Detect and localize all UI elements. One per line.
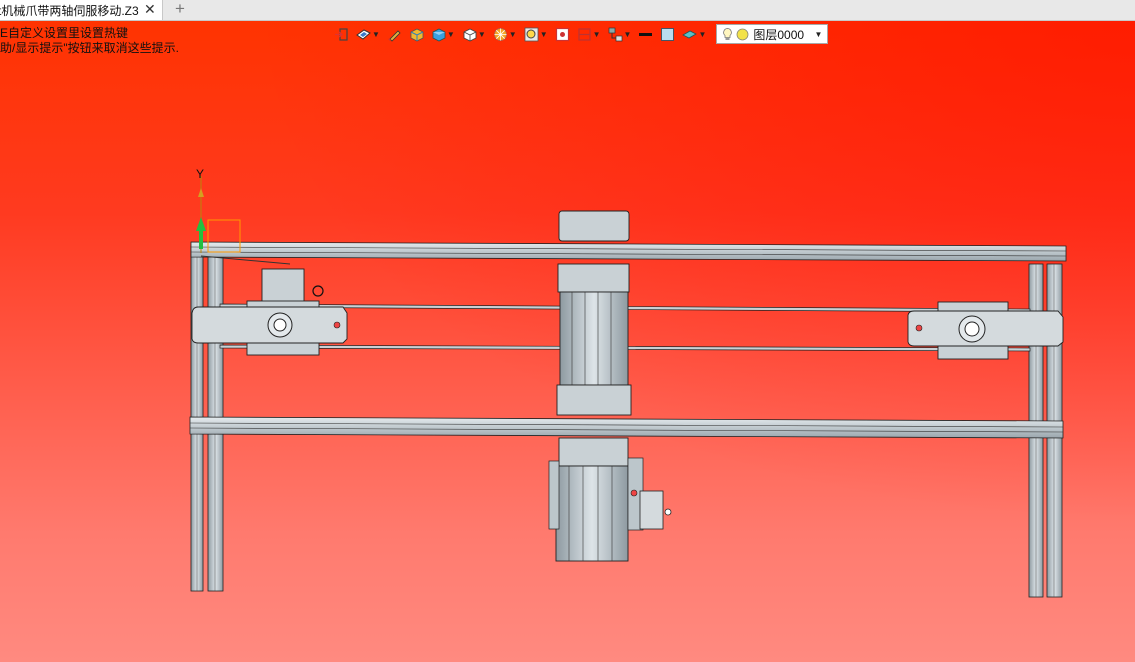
document-tab-title: t机械爪带两轴伺服移动.Z3 — [0, 3, 139, 18]
3d-viewport[interactable]: E自定义设置里设置热键 助/显示提示"按钮来取消这些提示. ▼ ▼ ▼ ▼ ▼ … — [0, 21, 1135, 662]
document-tab[interactable]: t机械爪带两轴伺服移动.Z3 ✕ — [0, 0, 163, 20]
center-carriage — [548, 210, 672, 562]
new-tab-icon[interactable]: + — [175, 0, 185, 19]
top-rail — [190, 241, 1067, 262]
tab-bar: t机械爪带两轴伺服移动.Z3 ✕ + — [0, 0, 1135, 21]
close-icon[interactable]: ✕ — [144, 1, 156, 18]
bottom-rail — [189, 416, 1064, 439]
y-axis-label: Y — [196, 167, 204, 181]
model-drawing: Y — [189, 167, 1067, 598]
